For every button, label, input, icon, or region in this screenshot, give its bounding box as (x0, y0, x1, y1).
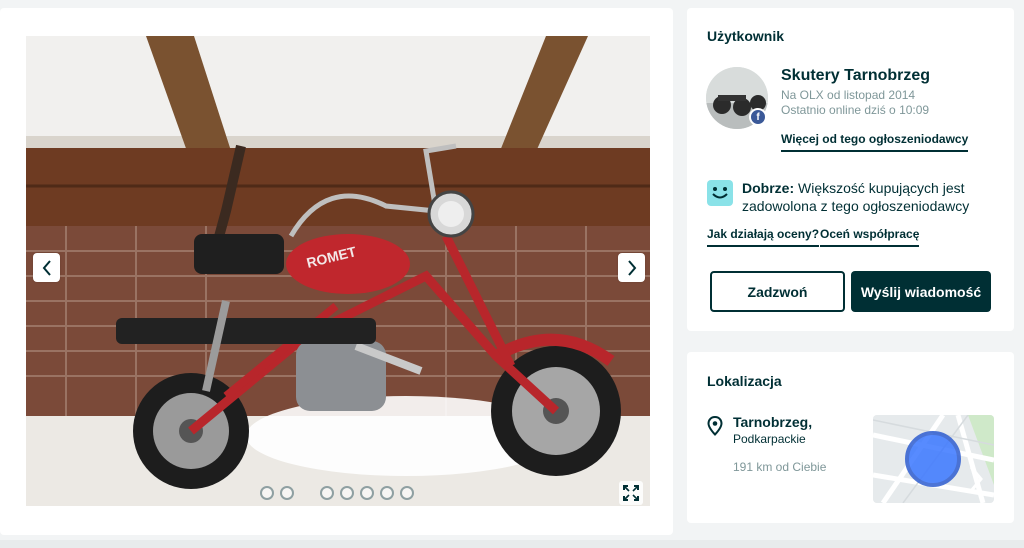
location-distance: 191 km od Ciebie (733, 460, 827, 474)
location-map[interactable] (873, 415, 994, 503)
location-card: Lokalizacja Tarnobrzeg, Podkarpackie 191… (687, 352, 1014, 523)
rating-label: Dobrze: (742, 180, 795, 196)
rate-cooperation-link[interactable]: Oceń współpracę (820, 227, 920, 247)
last-online: Ostatnio online dziś o 10:09 (781, 103, 930, 117)
location-region: Podkarpackie (733, 432, 806, 446)
previous-photo-button[interactable] (33, 253, 60, 282)
next-photo-button[interactable] (618, 253, 645, 282)
more-from-seller-link[interactable]: Więcej od tego ogłoszeniodawcy (781, 132, 969, 152)
how-ratings-work-link[interactable]: Jak działają oceny? (707, 227, 820, 247)
smiley-icon (707, 180, 733, 206)
send-message-button[interactable]: Wyślij wiadomość (851, 271, 991, 312)
seller-section-title: Użytkownik (707, 28, 785, 44)
listing-photo[interactable]: ROMET (26, 36, 650, 506)
location-pin-icon (707, 416, 723, 436)
location-city: Tarnobrzeg, (733, 414, 813, 430)
photo-pagination (260, 486, 420, 500)
rating-summary: Dobrze: Większość kupujących jest zadowo… (742, 179, 997, 215)
pagination-dot[interactable] (320, 486, 334, 500)
page-footer-strip (0, 540, 1024, 548)
chevron-left-icon (42, 259, 51, 276)
pagination-dot[interactable] (340, 486, 354, 500)
pagination-dot[interactable] (400, 486, 414, 500)
seller-card: Użytkownik f Skutery Tarnobrzeg Na OLX o… (687, 8, 1014, 331)
pagination-dot[interactable] (380, 486, 394, 500)
expand-icon (623, 485, 639, 501)
member-since: Na OLX od listopad 2014 (781, 88, 916, 102)
image-gallery: ROMET (0, 8, 673, 535)
chevron-right-icon (627, 259, 636, 276)
facebook-icon: f (749, 108, 767, 126)
pagination-dot[interactable] (360, 486, 374, 500)
fullscreen-button[interactable] (619, 481, 643, 505)
call-button[interactable]: Zadzwoń (710, 271, 845, 312)
location-section-title: Lokalizacja (707, 373, 782, 389)
pagination-dot[interactable] (260, 486, 274, 500)
seller-name: Skutery Tarnobrzeg (781, 67, 931, 84)
pagination-dot[interactable] (280, 486, 294, 500)
map-thumbnail (873, 415, 994, 503)
motorcycle-photo: ROMET (26, 36, 650, 506)
